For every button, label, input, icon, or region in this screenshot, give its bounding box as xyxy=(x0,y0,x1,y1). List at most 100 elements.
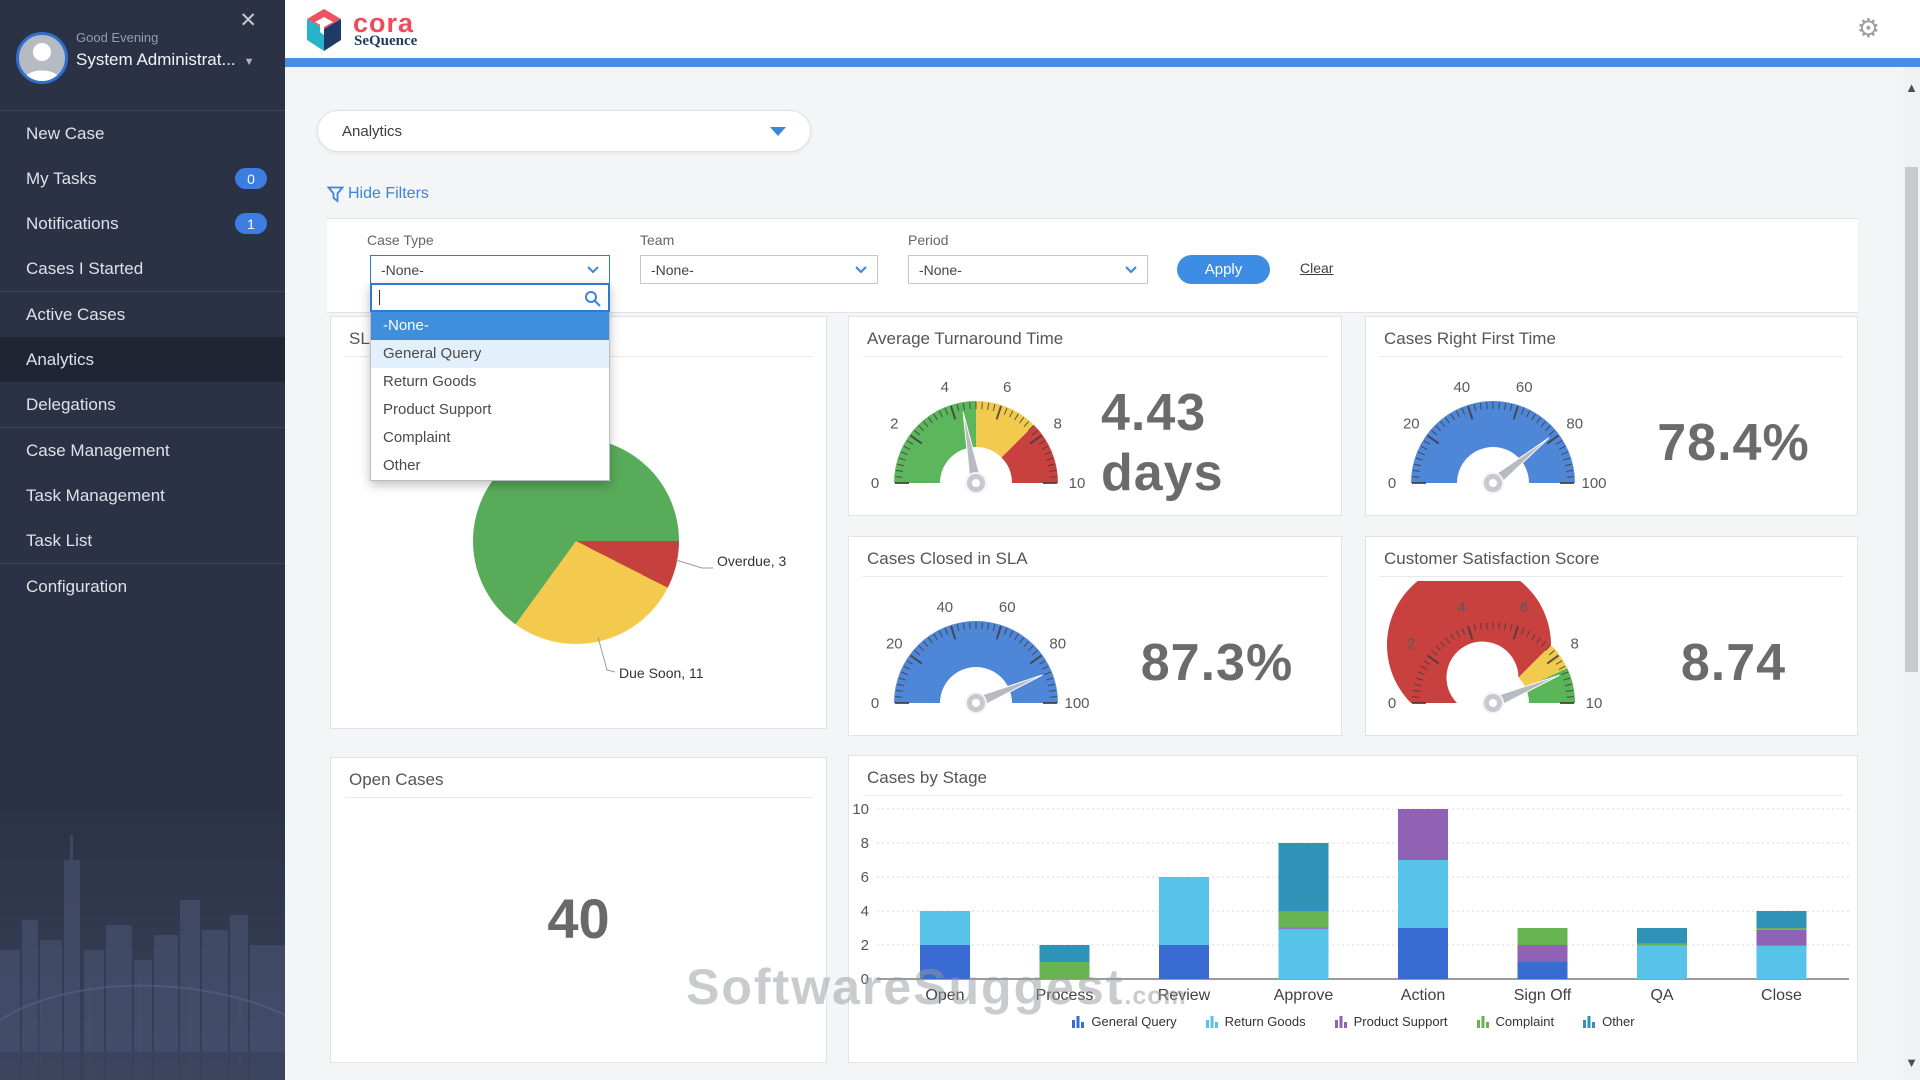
legend-bar-icon xyxy=(1476,1014,1491,1029)
legend-item[interactable]: General Query xyxy=(1071,1014,1176,1029)
svg-text:20: 20 xyxy=(886,636,903,653)
legend-label: Other xyxy=(1602,1014,1635,1029)
dropdown-search-input[interactable] xyxy=(372,285,608,310)
settings-gear-icon[interactable]: ⚙ xyxy=(1857,13,1880,44)
avg-turnaround-card: Average Turnaround Time 0246810 4.43 day… xyxy=(848,316,1342,516)
svg-text:20: 20 xyxy=(1403,416,1420,433)
count-badge: 1 xyxy=(235,213,267,234)
card-title: Cases by Stage xyxy=(863,756,1843,796)
open-cases-value: 40 xyxy=(331,858,826,978)
greeting-text: Good Evening xyxy=(76,30,158,45)
open-cases-card: Open Cases 40 xyxy=(330,757,827,1063)
legend-bar-icon xyxy=(1071,1014,1086,1029)
closed-in-sla-card: Cases Closed in SLA 020406080100 87.3% xyxy=(848,536,1342,736)
dropdown-option[interactable]: Product Support xyxy=(371,396,609,424)
pie-label-due-soon: Due Soon, 11 xyxy=(619,665,704,681)
sidebar-item-configuration[interactable]: Configuration xyxy=(0,564,285,609)
view-selector-dropdown[interactable]: Analytics xyxy=(317,110,811,152)
case-type-select[interactable]: -None- xyxy=(370,255,610,284)
card-title: Open Cases xyxy=(345,758,812,798)
user-name: System Administrat... xyxy=(76,50,236,69)
svg-text:4: 4 xyxy=(941,379,949,396)
avatar[interactable] xyxy=(16,32,68,84)
hide-filters-toggle[interactable]: Hide Filters xyxy=(327,185,429,203)
search-icon xyxy=(584,290,601,307)
chevron-down-icon xyxy=(1125,266,1137,274)
sidebar: ✕ Good Evening System Administrat...▼ Ne… xyxy=(0,0,285,1080)
close-icon[interactable]: ✕ xyxy=(239,8,257,33)
legend-label: Return Goods xyxy=(1225,1014,1306,1029)
legend-item[interactable]: Other xyxy=(1582,1014,1635,1029)
svg-text:8: 8 xyxy=(861,835,869,852)
sidebar-item-task-management[interactable]: Task Management xyxy=(0,473,285,518)
period-select[interactable]: -None- xyxy=(908,255,1148,284)
svg-text:Process: Process xyxy=(1036,987,1094,1004)
top-header: cora SeQuence ⚙ xyxy=(285,0,1920,58)
clear-link[interactable]: Clear xyxy=(1300,260,1333,276)
dropdown-option[interactable]: General Query xyxy=(371,340,609,368)
right-first-time-value: 78.4% xyxy=(1618,369,1849,517)
apply-button[interactable]: Apply xyxy=(1177,255,1270,284)
svg-text:0: 0 xyxy=(871,695,879,712)
svg-text:40: 40 xyxy=(1453,379,1470,396)
sidebar-item-label: Analytics xyxy=(26,350,94,370)
svg-text:10: 10 xyxy=(1586,695,1603,712)
person-icon xyxy=(19,35,65,81)
legend-label: Product Support xyxy=(1354,1014,1448,1029)
legend-bar-icon xyxy=(1205,1014,1220,1029)
scrollbar-thumb[interactable] xyxy=(1905,167,1918,672)
dropdown-option[interactable]: Complaint xyxy=(371,424,609,452)
sidebar-item-task-list[interactable]: Task List xyxy=(0,518,285,563)
case-type-value: -None- xyxy=(381,262,424,278)
svg-text:0: 0 xyxy=(1388,695,1396,712)
svg-text:Review: Review xyxy=(1158,987,1211,1004)
sidebar-item-my-tasks[interactable]: My Tasks0 xyxy=(0,156,285,201)
city-skyline-image xyxy=(0,800,285,1080)
user-menu[interactable]: System Administrat...▼ xyxy=(76,50,255,70)
sidebar-item-new-case[interactable]: New Case xyxy=(0,111,285,156)
sidebar-item-active-cases[interactable]: Active Cases xyxy=(0,292,285,337)
case-type-options: -None-General QueryReturn GoodsProduct S… xyxy=(371,312,609,480)
chevron-down-icon xyxy=(855,266,867,274)
dropdown-search xyxy=(370,283,610,312)
chevron-down-icon xyxy=(587,266,599,274)
sidebar-item-label: Active Cases xyxy=(26,305,125,325)
svg-text:80: 80 xyxy=(1566,416,1583,433)
sidebar-item-label: Notifications xyxy=(26,214,119,234)
satisfaction-value: 8.74 xyxy=(1618,589,1849,737)
svg-text:100: 100 xyxy=(1581,475,1606,492)
period-value: -None- xyxy=(919,262,962,278)
team-select[interactable]: -None- xyxy=(640,255,878,284)
sidebar-item-delegations[interactable]: Delegations xyxy=(0,382,285,427)
hide-filters-label: Hide Filters xyxy=(348,185,429,203)
team-value: -None- xyxy=(651,262,694,278)
dropdown-option[interactable]: Other xyxy=(371,452,609,480)
sidebar-item-cases-i-started[interactable]: Cases I Started xyxy=(0,246,285,291)
sidebar-item-notifications[interactable]: Notifications 1 xyxy=(0,201,285,246)
legend-item[interactable]: Return Goods xyxy=(1205,1014,1306,1029)
sidebar-item-label: Delegations xyxy=(26,395,116,415)
svg-text:4: 4 xyxy=(861,903,869,920)
dropdown-option[interactable]: -None- xyxy=(371,312,609,340)
dropdown-option[interactable]: Return Goods xyxy=(371,368,609,396)
svg-text:60: 60 xyxy=(999,599,1016,616)
legend-item[interactable]: Complaint xyxy=(1476,1014,1555,1029)
sidebar-item-label: Case Management xyxy=(26,441,170,461)
legend-item[interactable]: Product Support xyxy=(1334,1014,1448,1029)
right-first-time-card: Cases Right First Time 020406080100 78.4… xyxy=(1365,316,1858,516)
svg-text:10: 10 xyxy=(1069,475,1086,492)
sidebar-item-label: Task List xyxy=(26,531,92,551)
legend-label: Complaint xyxy=(1496,1014,1555,1029)
svg-text:Approve: Approve xyxy=(1274,987,1334,1004)
scroll-down-icon[interactable]: ▼ xyxy=(1903,1048,1920,1076)
scroll-up-icon[interactable]: ▲ xyxy=(1903,73,1920,101)
sidebar-item-case-management[interactable]: Case Management xyxy=(0,428,285,473)
svg-text:4: 4 xyxy=(1458,599,1466,616)
vertical-scrollbar[interactable]: ▲ ▼ xyxy=(1903,67,1920,1080)
svg-text:0: 0 xyxy=(1388,475,1396,492)
sidebar-item-analytics[interactable]: Analytics xyxy=(0,337,285,382)
logo-text-secondary: SeQuence xyxy=(354,33,417,50)
closed-in-sla-value: 87.3% xyxy=(1101,589,1333,737)
svg-text:6: 6 xyxy=(1003,379,1011,396)
svg-text:10: 10 xyxy=(852,804,869,818)
